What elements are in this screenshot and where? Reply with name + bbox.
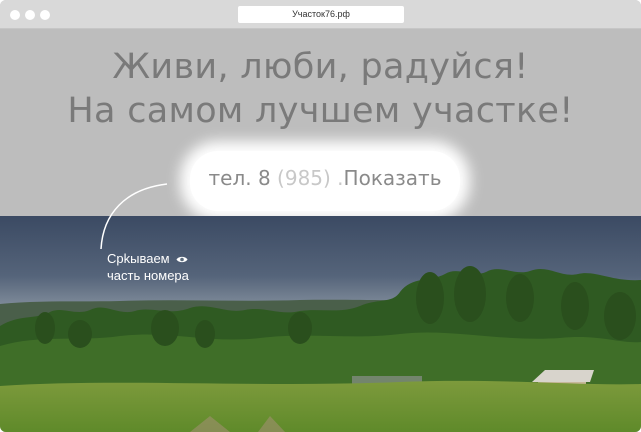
annotation-text: Срkываем часть номера bbox=[107, 251, 189, 284]
annotation-line1: Срkываем bbox=[107, 251, 189, 268]
window-maximize-dot[interactable] bbox=[40, 10, 50, 20]
hero-headline-line1: Живи, люби, радуйся! bbox=[112, 47, 529, 87]
address-bar[interactable]: Участок76.рф bbox=[238, 6, 404, 23]
hero-headline-line2: На самом лучшем участке! bbox=[67, 91, 574, 131]
phone-ellipsis: . bbox=[330, 166, 344, 190]
annotation-line2: часть номера bbox=[107, 267, 189, 283]
browser-chrome: Участок76.рф bbox=[0, 0, 641, 29]
phone-number: тел. 8 (985) .Показать bbox=[190, 166, 460, 190]
phone-prefix: тел. 8 bbox=[208, 166, 278, 190]
annotation-curve bbox=[100, 183, 168, 250]
phone-hidden-digits: (985) bbox=[277, 166, 331, 190]
window-close-dot[interactable] bbox=[10, 10, 20, 20]
page-content: Живи, люби, радуйся! На самом лучшем уча… bbox=[0, 29, 641, 432]
show-phone-link[interactable]: Показать bbox=[344, 166, 442, 190]
window-minimize-dot[interactable] bbox=[25, 10, 35, 20]
browser-window: Участок76.рф Живи, люби, радуйся! На сам… bbox=[0, 0, 641, 432]
eye-icon bbox=[176, 252, 188, 268]
